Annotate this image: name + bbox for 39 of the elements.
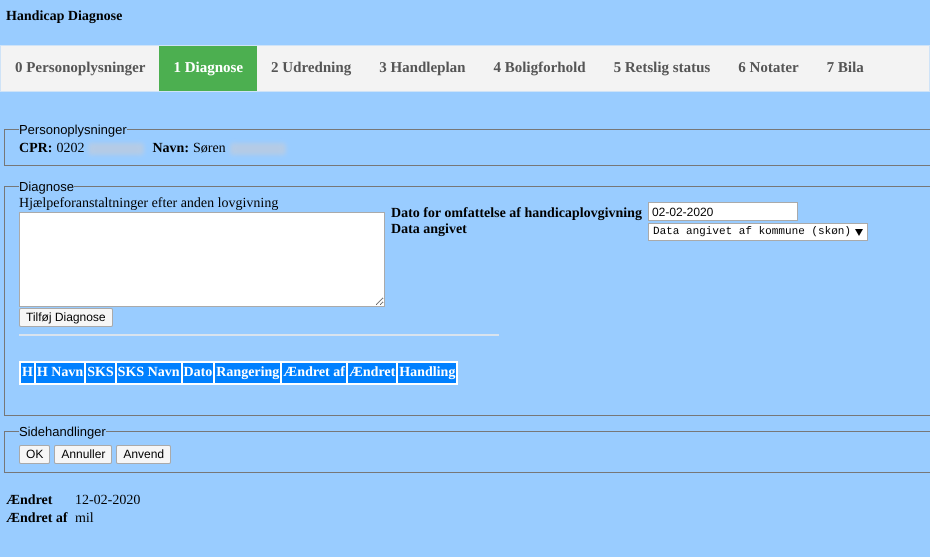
field-label: Dato for omfattelse af handicaplovgivning xyxy=(391,206,642,222)
nav-tab[interactable]: 2 Udredning xyxy=(257,46,366,91)
column-header: SKS xyxy=(86,363,115,383)
field-label: Hjælpeforanstaltninger efter anden lovgivning xyxy=(19,196,278,211)
section-legend: Sidehandlinger xyxy=(19,424,106,439)
action-button[interactable]: Anvend xyxy=(116,445,172,464)
column-header: Ændret xyxy=(348,363,396,383)
add-diagnosis-button[interactable]: Tilføj Diagnose xyxy=(19,308,113,327)
nav-tab[interactable]: 3 Handleplan xyxy=(365,46,480,91)
field-label: Navn: xyxy=(152,141,189,157)
dropdown-arrow-icon xyxy=(855,228,864,236)
section-legend: Personoplysninger xyxy=(19,122,127,137)
column-header: Ændret af xyxy=(282,363,346,383)
info-value: 12-02-2020 xyxy=(75,492,140,510)
source-dropdown[interactable]: Data angivet af kommune (skøn) xyxy=(648,223,868,241)
action-button[interactable]: OK xyxy=(19,445,50,464)
field-value: Søren xyxy=(193,141,226,157)
nav-tab[interactable]: 7 Bila xyxy=(812,46,878,91)
column-header: Dato xyxy=(182,363,214,383)
column-header: SKS Navn xyxy=(116,363,181,383)
nav-tab[interactable]: 4 Boligforhold xyxy=(479,46,600,91)
date-field[interactable]: 02-02-2020 xyxy=(648,202,798,221)
field-label: Data angivet xyxy=(391,222,468,239)
info-value: mil xyxy=(75,510,95,528)
action-button[interactable]: Annuller xyxy=(54,445,112,464)
column-header: H Navn xyxy=(36,363,84,383)
info-label: Ændret af xyxy=(6,510,69,528)
field-label: CPR: xyxy=(19,141,52,157)
text-area[interactable] xyxy=(19,212,385,307)
field-value: 0202 xyxy=(56,141,84,157)
info-label: Ændret xyxy=(6,492,54,510)
column-header: H xyxy=(21,363,34,383)
column-header: Rangering xyxy=(215,363,280,383)
section-legend: Diagnose xyxy=(19,179,74,194)
nav-tab[interactable]: 6 Notater xyxy=(724,46,813,91)
nav-tab[interactable]: 5 Retslig status xyxy=(600,46,724,91)
page-title: Handicap Diagnose xyxy=(6,9,122,24)
column-header: Handling xyxy=(398,363,456,383)
nav-tab[interactable]: 0 Personoplysninger xyxy=(1,46,160,91)
